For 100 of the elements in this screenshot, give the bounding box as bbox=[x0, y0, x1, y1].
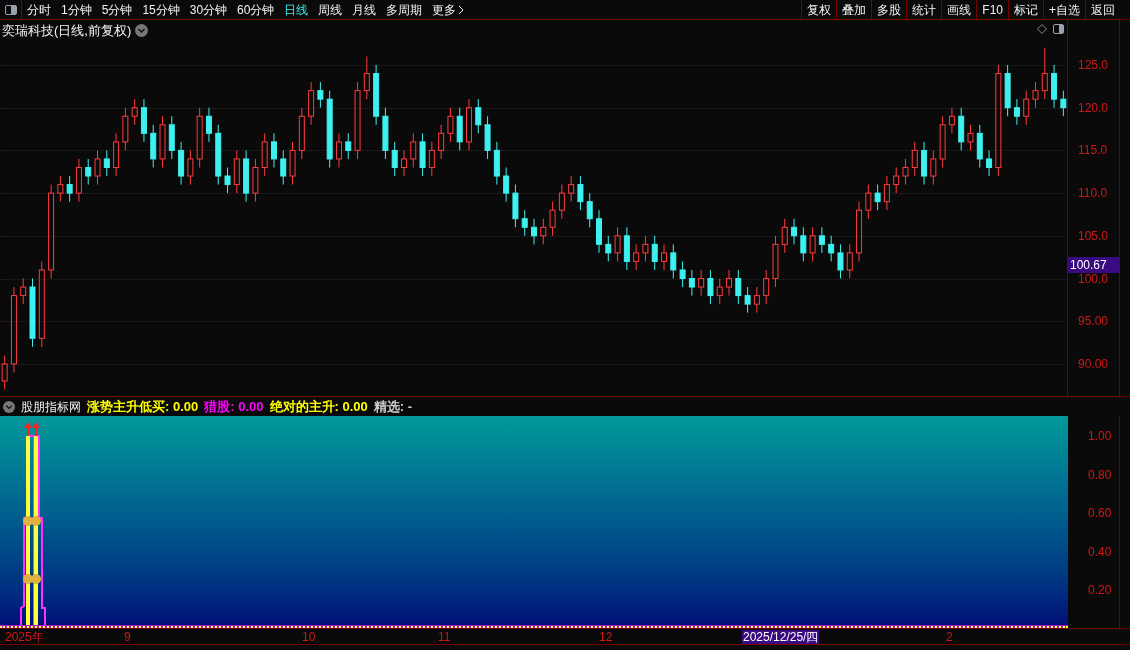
candle bbox=[224, 167, 231, 194]
date-label: 9 bbox=[123, 630, 132, 644]
indicator-axis-label: 0.40 bbox=[1088, 545, 1112, 558]
period-tab[interactable]: 更多 bbox=[432, 0, 465, 19]
candle bbox=[215, 124, 222, 186]
price-label: 110.0 bbox=[1078, 187, 1108, 200]
period-tab[interactable]: 15分钟 bbox=[142, 0, 180, 19]
period-tab[interactable]: 多周期 bbox=[386, 0, 423, 19]
candle bbox=[196, 107, 203, 168]
candle bbox=[122, 107, 129, 151]
candle bbox=[391, 141, 398, 177]
indicator-value: 绝对的主升: 0.00 bbox=[269, 397, 368, 416]
candle bbox=[363, 55, 370, 100]
candle bbox=[428, 141, 435, 177]
toolbar-button[interactable]: 复权 bbox=[801, 0, 837, 19]
current-price-label: 100.67 bbox=[1068, 257, 1119, 273]
candle bbox=[531, 218, 537, 245]
candle bbox=[1013, 98, 1020, 126]
toolbar-button[interactable]: 统计 bbox=[906, 0, 942, 19]
toolbar-button[interactable]: 叠加 bbox=[836, 0, 872, 19]
candle bbox=[66, 175, 73, 203]
candle bbox=[549, 201, 556, 237]
period-tab[interactable]: 日线 bbox=[284, 0, 309, 19]
indicator-value: 猎股: 0.00 bbox=[204, 397, 264, 416]
toolbar-button[interactable]: 画线 bbox=[941, 0, 977, 19]
chevron-right-icon bbox=[458, 4, 465, 15]
candle bbox=[493, 141, 500, 186]
candle bbox=[642, 235, 649, 262]
period-tab[interactable]: 30分钟 bbox=[189, 0, 228, 19]
price-label: 95.00 bbox=[1078, 315, 1109, 328]
candle bbox=[986, 149, 993, 177]
toolbar-button[interactable]: 标记 bbox=[1008, 0, 1043, 19]
candle bbox=[1041, 47, 1048, 100]
candle bbox=[809, 226, 816, 262]
candle bbox=[233, 149, 240, 194]
date-label: 2025年 bbox=[4, 630, 45, 644]
candle bbox=[521, 209, 528, 237]
candle bbox=[113, 132, 120, 177]
candle bbox=[596, 209, 602, 254]
candle bbox=[466, 98, 472, 151]
candle bbox=[707, 269, 714, 305]
candle bbox=[410, 132, 417, 168]
candle bbox=[131, 98, 138, 126]
candle bbox=[512, 184, 519, 228]
toolbar-button[interactable]: F10 bbox=[976, 0, 1008, 19]
candle bbox=[401, 149, 407, 177]
chevron-down-icon[interactable] bbox=[3, 400, 15, 413]
candle bbox=[679, 260, 686, 288]
candle bbox=[930, 149, 937, 186]
candle bbox=[568, 175, 575, 203]
candle bbox=[484, 115, 491, 160]
candle bbox=[874, 184, 881, 211]
candle bbox=[772, 235, 779, 288]
stock-title: 奕瑞科技(日线,前复权) bbox=[2, 22, 132, 40]
candle bbox=[289, 141, 296, 186]
candle bbox=[335, 132, 342, 168]
period-tab[interactable]: 1分钟 bbox=[61, 0, 92, 19]
candle bbox=[447, 107, 454, 143]
indicator-axis-label: 0.60 bbox=[1088, 507, 1112, 519]
candle bbox=[1060, 90, 1067, 117]
candle bbox=[791, 218, 798, 245]
layout-toggle-icon[interactable] bbox=[1053, 24, 1064, 34]
candle bbox=[540, 218, 547, 245]
indicator-axis-label: 1.00 bbox=[1088, 430, 1112, 442]
candle bbox=[317, 81, 324, 109]
candle bbox=[837, 243, 844, 279]
candle bbox=[456, 107, 463, 151]
candle bbox=[763, 269, 770, 305]
period-tab[interactable]: 5分钟 bbox=[101, 0, 133, 19]
candle bbox=[688, 269, 695, 297]
indicator-value: 精选: - bbox=[373, 397, 413, 416]
period-tab[interactable]: 60分钟 bbox=[237, 0, 275, 19]
period-tab[interactable]: 分时 bbox=[27, 0, 51, 19]
indicator-value: 涨势主升低买: 0.00 bbox=[87, 397, 199, 416]
candle bbox=[298, 107, 305, 160]
candle bbox=[976, 124, 983, 168]
toolbar-button[interactable]: 返回 bbox=[1085, 0, 1120, 19]
candle bbox=[661, 243, 667, 271]
price-label: 100.0 bbox=[1078, 272, 1109, 285]
candle bbox=[29, 278, 36, 348]
candle bbox=[308, 81, 315, 126]
candle bbox=[893, 167, 900, 194]
period-tab[interactable]: 周线 bbox=[318, 0, 343, 19]
candle bbox=[205, 107, 212, 143]
candle bbox=[270, 132, 277, 168]
period-tab[interactable]: 月线 bbox=[352, 0, 377, 19]
price-label: 115.0 bbox=[1078, 144, 1108, 157]
candle bbox=[252, 158, 259, 203]
toolbar-button[interactable]: +自选 bbox=[1043, 0, 1085, 19]
candle bbox=[883, 175, 890, 211]
candle bbox=[103, 149, 110, 177]
candle bbox=[726, 269, 733, 297]
candle bbox=[261, 132, 268, 177]
chevron-down-icon[interactable] bbox=[135, 24, 149, 38]
candle bbox=[800, 226, 807, 262]
candle bbox=[85, 158, 92, 186]
price-label: 120.0 bbox=[1078, 101, 1109, 114]
candle bbox=[1051, 64, 1058, 109]
toolbar-button[interactable]: 多股 bbox=[871, 0, 907, 19]
candle bbox=[345, 132, 352, 160]
